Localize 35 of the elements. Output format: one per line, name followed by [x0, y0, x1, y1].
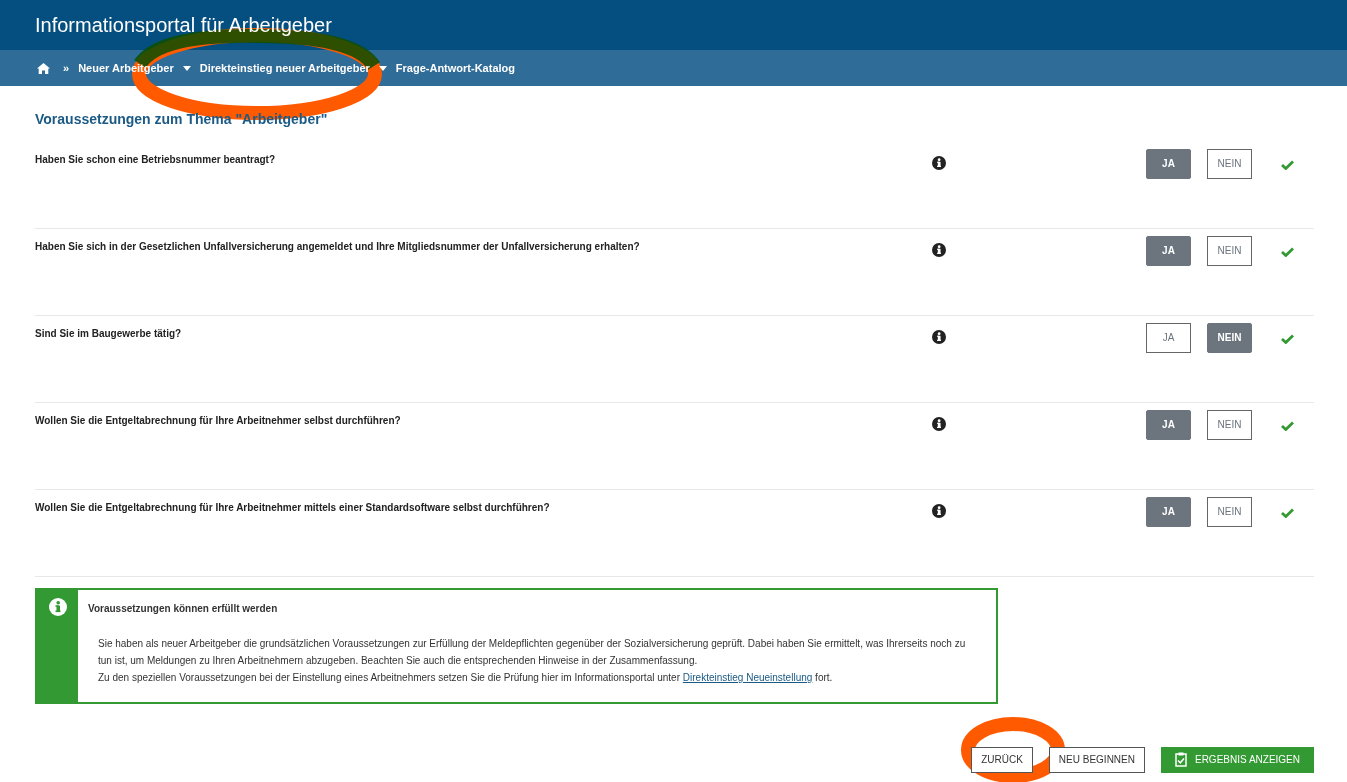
result-text: Sie haben als neuer Arbeitgeber die grundsätzlichen Voraussetzungen zur Erfüllung der Meldepflichten gegenüber der Sozialversicherung geprüft. Dabei haben Sie ermittelt, was Ihrerseits noch zu tun ist, um Meldungen zu Ihren Arbeitnehmern abzugeben. Beachten Sie auch die entsprechenden Hinweise in der Zusammenfassung. [97, 636, 967, 668]
action-button[interactable]: ZURÜCK [971, 746, 1033, 773]
home-icon[interactable] [37, 62, 50, 74]
result-link-text: Zu den speziellen Voraussetzungen bei der Einstellung eines Arbeitnehmers setzen Sie die Prüfung hier im Informationsportal unter Direkteinstieg Neueinstellung fort. [97, 670, 834, 685]
question-text: Wollen Sie die Entgeltabrechnung für Ihre Arbeitnehmer mittels einer Standardsoftware selbst durchführen? [35, 500, 551, 515]
clipboard-check-icon [1174, 752, 1187, 768]
info-icon [48, 597, 67, 616]
result-button[interactable]: ERGEBNIS ANZEIGEN [1160, 746, 1314, 773]
question-text: Wollen Sie die Entgeltabrechnung für Ihre Arbeitnehmer selbst durchführen? [35, 413, 402, 428]
answer-button[interactable]: NEIN [1207, 148, 1252, 179]
action-button[interactable]: NEU BEGINNEN [1048, 746, 1145, 773]
info-icon[interactable] [932, 242, 946, 257]
info-icon[interactable] [932, 329, 946, 344]
caret-icon[interactable] [378, 65, 387, 71]
question-text: Haben Sie schon eine Betriebsnummer beantragt? [35, 152, 277, 167]
answer-button[interactable]: JA [1146, 148, 1191, 179]
question-text: Haben Sie sich in der Gesetzlichen Unfallversicherung angemeldet und Ihre Mitgliedsnummer der Unfallversicherung erhalten? [35, 239, 641, 254]
answer-button[interactable]: NEIN [1207, 235, 1252, 266]
info-icon[interactable] [932, 503, 946, 518]
answer-button[interactable]: NEIN [1207, 409, 1252, 440]
breadcrumb-link[interactable]: Frage-Antwort-Katalog [395, 59, 515, 77]
answer-button[interactable]: JA [1146, 235, 1191, 266]
answer-button[interactable]: NEIN [1207, 322, 1252, 353]
info-icon[interactable] [932, 155, 946, 170]
caret-icon[interactable] [182, 65, 191, 71]
answer-button[interactable]: NEIN [1207, 496, 1252, 527]
answer-button[interactable]: JA [1146, 409, 1191, 440]
question-text: Sind Sie im Baugewerbe tätig? [35, 326, 183, 341]
answer-button[interactable]: JA [1146, 322, 1191, 353]
breadcrumb-separator: » [63, 60, 70, 76]
info-icon[interactable] [932, 416, 946, 431]
portal-title: Informationsportal für Arbeitgeber [35, 13, 332, 37]
result-title: Voraussetzungen können erfüllt werden [88, 601, 279, 616]
answer-button[interactable]: JA [1146, 496, 1191, 527]
neueinstellung-link[interactable]: Direkteinstieg Neueinstellung [682, 671, 813, 683]
